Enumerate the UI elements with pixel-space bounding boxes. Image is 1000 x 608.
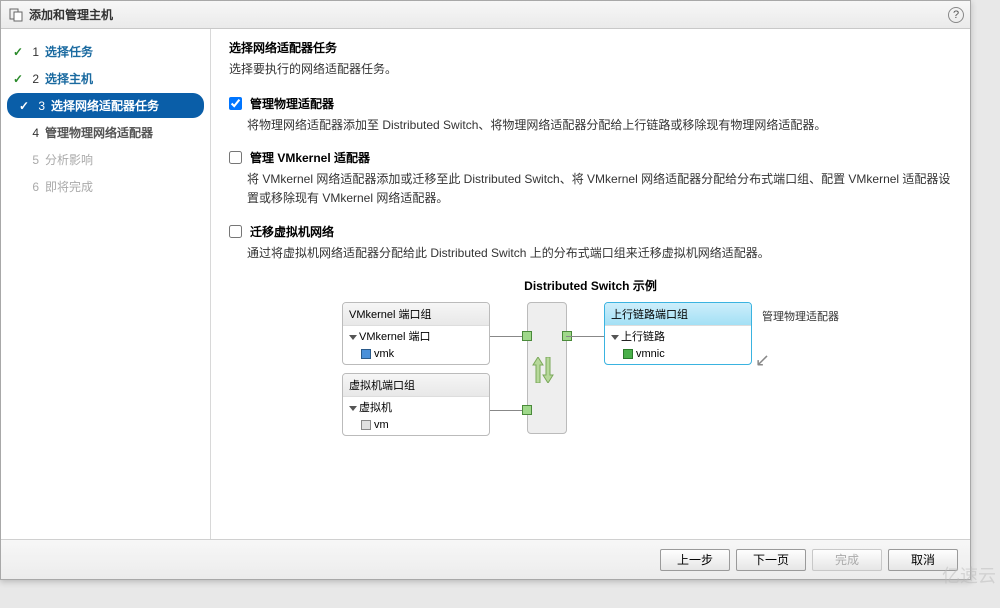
step-analyze-impact: 5 分析影响 (1, 147, 210, 172)
vm-icon (361, 420, 371, 430)
checkbox-manage-vmkernel[interactable] (229, 151, 242, 164)
diagram-left-column: VMkernel 端口组 VMkernel 端口 vmk 虚拟机端口组 虚拟机 … (342, 302, 490, 436)
check-icon: ✓ (17, 99, 31, 113)
dialog-title: 添加和管理主机 (29, 6, 113, 23)
diagram-side-label: 管理物理适配器 (762, 308, 839, 324)
vmnic-icon (623, 349, 633, 359)
checkbox-manage-physical[interactable] (229, 97, 242, 110)
watermark: 亿速云 (942, 562, 996, 588)
page-subtitle: 选择要执行的网络适配器任务。 (229, 60, 952, 77)
page-heading: 选择网络适配器任务 (229, 39, 952, 56)
option-manage-physical: 管理物理适配器 将物理网络适配器添加至 Distributed Switch、将… (229, 95, 952, 135)
option-label: 迁移虚拟机网络 (250, 223, 334, 240)
host-icon (9, 8, 23, 22)
expand-icon (349, 335, 357, 340)
step-select-task[interactable]: ✓ 1 选择任务 (1, 39, 210, 64)
step-select-hosts[interactable]: ✓ 2 选择主机 (1, 66, 210, 91)
option-desc: 将 VMkernel 网络适配器添加或迁移至此 Distributed Swit… (247, 170, 952, 208)
connector-right (566, 302, 604, 434)
main-panel: 选择网络适配器任务 选择要执行的网络适配器任务。 管理物理适配器 将物理网络适配… (211, 29, 970, 539)
port-icon (522, 331, 532, 341)
dialog-footer: 上一步 下一页 完成 取消 (1, 539, 970, 579)
check-icon: ✓ (11, 45, 25, 59)
step-select-adapter-tasks[interactable]: ✓ 3 选择网络适配器任务 (7, 93, 204, 118)
next-button[interactable]: 下一页 (736, 549, 806, 571)
option-manage-vmkernel: 管理 VMkernel 适配器 将 VMkernel 网络适配器添加或迁移至此 … (229, 149, 952, 208)
vm-portgroup-box: 虚拟机端口组 虚拟机 vm (342, 373, 490, 436)
arrow-down-icon (542, 357, 554, 383)
titlebar: 添加和管理主机 ? (1, 1, 970, 29)
step-ready-complete: 6 即将完成 (1, 174, 210, 199)
curve-arrow-icon: ↙ (755, 350, 770, 371)
port-icon (522, 405, 532, 415)
option-label: 管理 VMkernel 适配器 (250, 149, 370, 166)
finish-button: 完成 (812, 549, 882, 571)
option-migrate-vm-network: 迁移虚拟机网络 通过将虚拟机网络适配器分配给此 Distributed Swit… (229, 223, 952, 263)
vmk-icon (361, 349, 371, 359)
option-desc: 通过将虚拟机网络适配器分配给此 Distributed Switch 上的分布式… (247, 244, 952, 263)
back-button[interactable]: 上一步 (660, 549, 730, 571)
dialog-body: ✓ 1 选择任务 ✓ 2 选择主机 ✓ 3 选择网络适配器任务 4 管理物理网络… (1, 29, 970, 539)
uplink-portgroup-box: 上行链路端口组 上行链路 vmnic (604, 302, 752, 365)
distributed-switch-box (527, 302, 567, 434)
diagram: VMkernel 端口组 VMkernel 端口 vmk 虚拟机端口组 虚拟机 … (229, 302, 952, 436)
diagram-right-column: 上行链路端口组 上行链路 vmnic ↙ (604, 302, 752, 365)
checkbox-migrate-vm-network[interactable] (229, 225, 242, 238)
expand-icon (349, 406, 357, 411)
expand-icon (611, 335, 619, 340)
diagram-title: Distributed Switch 示例 (229, 277, 952, 294)
check-icon: ✓ (11, 72, 25, 86)
wizard-steps-sidebar: ✓ 1 选择任务 ✓ 2 选择主机 ✓ 3 选择网络适配器任务 4 管理物理网络… (1, 29, 211, 539)
option-label: 管理物理适配器 (250, 95, 334, 112)
wizard-dialog: 添加和管理主机 ? ✓ 1 选择任务 ✓ 2 选择主机 ✓ 3 选择网络适配器任… (0, 0, 971, 580)
step-manage-physical[interactable]: 4 管理物理网络适配器 (1, 120, 210, 145)
option-desc: 将物理网络适配器添加至 Distributed Switch、将物理网络适配器分… (247, 116, 952, 135)
vmkernel-portgroup-box: VMkernel 端口组 VMkernel 端口 vmk (342, 302, 490, 365)
help-icon[interactable]: ? (948, 7, 964, 23)
